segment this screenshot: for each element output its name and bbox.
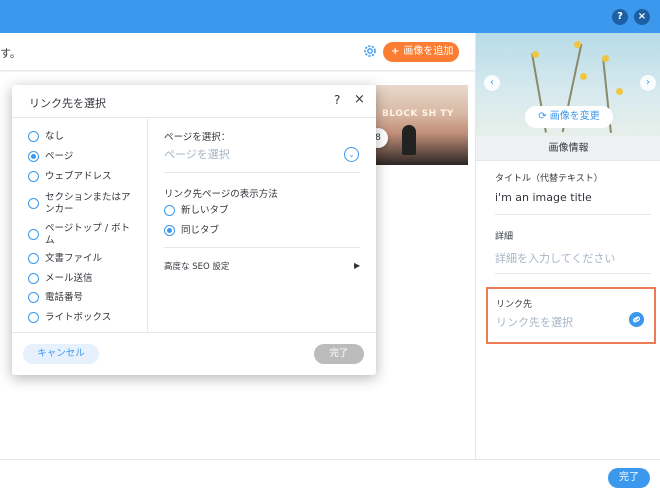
page-select-dropdown[interactable]: ページを選択 [164,146,230,162]
link-type-list: なし ページ ウェブアドレス セクションまたはア ンカー ページトップ / ボト… [12,119,148,332]
radio-icon [28,171,39,182]
change-image-button[interactable]: ⟳ 画像を変更 [525,106,613,128]
title-field-underline [495,214,651,215]
link-option-label: なし [45,131,65,142]
link-field-label: リンク先 [496,300,533,310]
image-settings-panel: ‹ › ⟳ 画像を変更 画像情報 タイトル（代替テキスト） i'm an ima… [475,33,660,459]
link-select-dialog: リンク先を選択 ? × なし ページ ウェブアドレス セクションまたはア ンカー… [12,85,376,375]
link-option-label: 文書ファイル [45,253,103,264]
refresh-icon: ⟳ [538,111,547,122]
dialog-footer: キャンセル 完了 [12,332,376,375]
detail-field-input[interactable]: 詳細を入力してください [495,250,615,266]
gallery-thumbnail[interactable]: BLOCK SH TY [376,85,468,165]
radio-icon [28,273,39,284]
add-image-label: 画像を追加 [403,46,454,57]
top-bar: ? × [0,0,660,33]
chevron-down-icon[interactable]: ⌄ [344,147,359,162]
done-button[interactable]: 完了 [608,468,650,488]
radio-selected-icon [164,225,175,236]
same-tab-label: 同じタブ [181,225,220,236]
radio-icon [28,253,39,264]
detail-field-label: 詳細 [495,232,514,242]
thumbnail-figure [402,125,416,155]
radio-icon [28,131,39,142]
cancel-button[interactable]: キャンセル [23,344,99,364]
link-option-label: メール送信 [45,273,93,284]
dialog-close-icon[interactable]: × [354,92,365,107]
radio-icon [28,198,39,209]
previous-image-icon[interactable]: ‹ [484,75,500,91]
page-select-label: ページを選択： [164,132,231,143]
help-icon[interactable]: ? [612,9,628,25]
link-option-label: ページ [45,151,74,162]
seo-settings-link[interactable]: 高度な SEO 設定 [164,260,229,272]
thumbnail-sign-text: BLOCK SH TY [382,109,454,119]
link-option-label-line2: ム [45,235,55,246]
new-tab-label: 新しいタブ [181,205,229,216]
link-option-label: 電話番号 [45,292,84,303]
plus-icon: + [391,46,400,57]
radio-selected-icon [28,151,39,162]
link-option-label: ライトボックス [45,312,112,323]
display-method-label: リンク先ページの表示方法 [164,189,278,200]
panel-title: 画像情報 [476,136,660,161]
radio-icon [164,205,175,216]
change-image-label: 画像を変更 [549,111,600,122]
detail-field-underline [495,273,651,274]
link-field-input[interactable]: リンク先を選択 [496,314,573,330]
link-icon[interactable] [629,312,644,327]
link-option-label-line1: セクションまたはア [45,192,131,203]
image-preview: ‹ › ⟳ 画像を変更 [476,33,660,136]
title-field-input[interactable]: i'm an image title [495,191,592,204]
radio-icon [28,229,39,240]
add-image-button[interactable]: + 画像を追加 [383,42,459,62]
link-field-highlight: リンク先 リンク先を選択 [486,287,656,344]
gallery-header: す。 + 画像を追加 [0,33,475,71]
radio-icon [28,292,39,303]
divider [164,247,360,248]
dialog-help-icon[interactable]: ? [334,93,340,107]
link-option-label-line1: ページトップ / ボト [45,223,131,234]
dialog-header: リンク先を選択 ? × [12,85,376,118]
dialog-done-button[interactable]: 完了 [314,344,364,364]
title-field-label: タイトル（代替テキスト） [495,174,603,184]
link-option-label: ウェブアドレス [45,171,112,182]
footer: 完了 [0,459,660,492]
next-image-icon[interactable]: › [640,75,656,91]
link-option-label-line2: ンカー [45,204,74,215]
dialog-title: リンク先を選択 [29,97,106,110]
settings-gear-icon[interactable] [362,43,378,59]
header-text: す。 [0,47,21,60]
divider [164,172,360,173]
close-icon[interactable]: × [634,9,650,25]
radio-icon [28,312,39,323]
chevron-right-icon[interactable]: ▶ [354,261,360,270]
